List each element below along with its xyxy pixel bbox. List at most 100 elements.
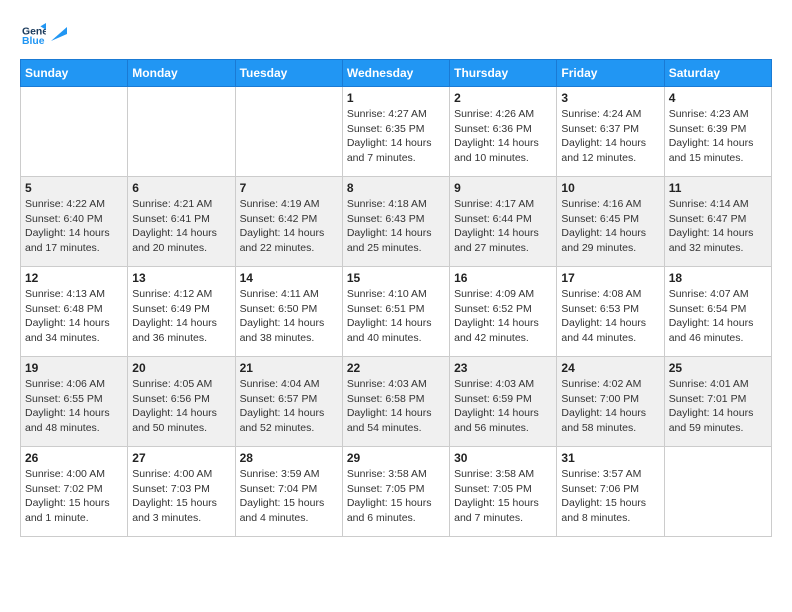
calendar-cell: 26 Sunrise: 4:00 AM Sunset: 7:02 PM Dayli… — [21, 447, 128, 537]
day-number: 16 — [454, 271, 552, 285]
day-number: 19 — [25, 361, 123, 375]
day-number: 29 — [347, 451, 445, 465]
day-info: Sunrise: 4:00 AM Sunset: 7:03 PM Dayligh… — [132, 467, 230, 526]
calendar-cell: 16Sunrise: 4:09 AM Sunset: 6:52 PM Dayli… — [450, 267, 557, 357]
day-info: Sunrise: 4:13 AM Sunset: 6:48 PM Dayligh… — [25, 287, 123, 346]
day-info: Sunrise: 4:14 AM Sunset: 6:47 PM Dayligh… — [669, 197, 767, 256]
calendar-cell: 1 Sunrise: 4:27 AM Sunset: 6:35 PM Daylig… — [342, 87, 449, 177]
calendar-cell: 8Sunrise: 4:18 AM Sunset: 6:43 PM Daylig… — [342, 177, 449, 267]
day-info: Sunrise: 4:22 AM Sunset: 6:40 PM Dayligh… — [25, 197, 123, 256]
calendar-cell: 12 Sunrise: 4:13 AM Sunset: 6:48 PM Dayli… — [21, 267, 128, 357]
day-number: 26 — [25, 451, 123, 465]
day-number: 6 — [132, 181, 230, 195]
day-info: Sunrise: 4:01 AM Sunset: 7:01 PM Dayligh… — [669, 377, 767, 436]
day-number: 8 — [347, 181, 445, 195]
logo: General Blue — [20, 20, 67, 49]
calendar-cell: 31 Sunrise: 3:57 AM Sunset: 7:06 PM Dayli… — [557, 447, 664, 537]
weekday-header: Saturday — [664, 60, 771, 87]
calendar-cell — [128, 87, 235, 177]
day-number: 23 — [454, 361, 552, 375]
day-info: Sunrise: 4:08 AM Sunset: 6:53 PM Dayligh… — [561, 287, 659, 346]
day-info: Sunrise: 3:57 AM Sunset: 7:06 PM Dayligh… — [561, 467, 659, 526]
calendar-cell: 24 Sunrise: 4:02 AM Sunset: 7:00 PM Dayli… — [557, 357, 664, 447]
day-info: Sunrise: 4:24 AM Sunset: 6:37 PM Dayligh… — [561, 107, 659, 166]
day-number: 2 — [454, 91, 552, 105]
day-number: 12 — [25, 271, 123, 285]
calendar-cell: 27 Sunrise: 4:00 AM Sunset: 7:03 PM Dayli… — [128, 447, 235, 537]
day-number: 17 — [561, 271, 659, 285]
calendar-cell: 6Sunrise: 4:21 AM Sunset: 6:41 PM Daylig… — [128, 177, 235, 267]
day-number: 22 — [347, 361, 445, 375]
calendar-cell: 2 Sunrise: 4:26 AM Sunset: 6:36 PM Daylig… — [450, 87, 557, 177]
day-info: Sunrise: 3:58 AM Sunset: 7:05 PM Dayligh… — [454, 467, 552, 526]
day-info: Sunrise: 4:11 AM Sunset: 6:50 PM Dayligh… — [240, 287, 338, 346]
weekday-header: Tuesday — [235, 60, 342, 87]
calendar-cell: 9Sunrise: 4:17 AM Sunset: 6:44 PM Daylig… — [450, 177, 557, 267]
day-number: 25 — [669, 361, 767, 375]
calendar-cell: 29 Sunrise: 3:58 AM Sunset: 7:05 PM Dayli… — [342, 447, 449, 537]
day-info: Sunrise: 4:10 AM Sunset: 6:51 PM Dayligh… — [347, 287, 445, 346]
svg-text:Blue: Blue — [22, 36, 45, 44]
calendar-cell: 30 Sunrise: 3:58 AM Sunset: 7:05 PM Dayli… — [450, 447, 557, 537]
day-number: 28 — [240, 451, 338, 465]
weekday-header: Friday — [557, 60, 664, 87]
day-number: 10 — [561, 181, 659, 195]
day-info: Sunrise: 4:16 AM Sunset: 6:45 PM Dayligh… — [561, 197, 659, 256]
calendar-cell: 11 Sunrise: 4:14 AM Sunset: 6:47 PM Dayli… — [664, 177, 771, 267]
day-info: Sunrise: 4:23 AM Sunset: 6:39 PM Dayligh… — [669, 107, 767, 166]
day-number: 18 — [669, 271, 767, 285]
day-number: 7 — [240, 181, 338, 195]
calendar-cell: 18 Sunrise: 4:07 AM Sunset: 6:54 PM Dayli… — [664, 267, 771, 357]
day-info: Sunrise: 4:19 AM Sunset: 6:42 PM Dayligh… — [240, 197, 338, 256]
calendar-cell: 14Sunrise: 4:11 AM Sunset: 6:50 PM Dayli… — [235, 267, 342, 357]
day-info: Sunrise: 3:58 AM Sunset: 7:05 PM Dayligh… — [347, 467, 445, 526]
weekday-header: Thursday — [450, 60, 557, 87]
calendar-cell — [664, 447, 771, 537]
day-number: 1 — [347, 91, 445, 105]
day-number: 31 — [561, 451, 659, 465]
calendar-cell: 3 Sunrise: 4:24 AM Sunset: 6:37 PM Daylig… — [557, 87, 664, 177]
day-info: Sunrise: 4:26 AM Sunset: 6:36 PM Dayligh… — [454, 107, 552, 166]
day-info: Sunrise: 4:04 AM Sunset: 6:57 PM Dayligh… — [240, 377, 338, 436]
day-number: 11 — [669, 181, 767, 195]
day-info: Sunrise: 4:03 AM Sunset: 6:58 PM Dayligh… — [347, 377, 445, 436]
page-header: General Blue — [20, 20, 772, 49]
day-number: 27 — [132, 451, 230, 465]
weekday-header: Sunday — [21, 60, 128, 87]
calendar-week-row: 19 Sunrise: 4:06 AM Sunset: 6:55 PM Dayli… — [21, 357, 772, 447]
calendar-cell: 10 Sunrise: 4:16 AM Sunset: 6:45 PM Dayli… — [557, 177, 664, 267]
day-number: 24 — [561, 361, 659, 375]
calendar-cell: 21 Sunrise: 4:04 AM Sunset: 6:57 PM Dayli… — [235, 357, 342, 447]
day-number: 20 — [132, 361, 230, 375]
day-info: Sunrise: 4:27 AM Sunset: 6:35 PM Dayligh… — [347, 107, 445, 166]
calendar-cell: 15 Sunrise: 4:10 AM Sunset: 6:51 PM Dayli… — [342, 267, 449, 357]
weekday-header: Wednesday — [342, 60, 449, 87]
calendar-week-row: 26 Sunrise: 4:00 AM Sunset: 7:02 PM Dayli… — [21, 447, 772, 537]
day-info: Sunrise: 3:59 AM Sunset: 7:04 PM Dayligh… — [240, 467, 338, 526]
day-number: 3 — [561, 91, 659, 105]
day-number: 4 — [669, 91, 767, 105]
calendar-cell: 19 Sunrise: 4:06 AM Sunset: 6:55 PM Dayli… — [21, 357, 128, 447]
day-info: Sunrise: 4:06 AM Sunset: 6:55 PM Dayligh… — [25, 377, 123, 436]
day-number: 21 — [240, 361, 338, 375]
day-number: 15 — [347, 271, 445, 285]
day-info: Sunrise: 4:07 AM Sunset: 6:54 PM Dayligh… — [669, 287, 767, 346]
calendar-week-row: 1 Sunrise: 4:27 AM Sunset: 6:35 PM Daylig… — [21, 87, 772, 177]
calendar-cell: 22 Sunrise: 4:03 AM Sunset: 6:58 PM Dayli… — [342, 357, 449, 447]
calendar-header-row: SundayMondayTuesdayWednesdayThursdayFrid… — [21, 60, 772, 87]
day-number: 30 — [454, 451, 552, 465]
calendar-cell: 4 Sunrise: 4:23 AM Sunset: 6:39 PM Daylig… — [664, 87, 771, 177]
day-info: Sunrise: 4:17 AM Sunset: 6:44 PM Dayligh… — [454, 197, 552, 256]
calendar-cell: 28 Sunrise: 3:59 AM Sunset: 7:04 PM Dayli… — [235, 447, 342, 537]
calendar-cell: 7 Sunrise: 4:19 AM Sunset: 6:42 PM Daylig… — [235, 177, 342, 267]
calendar: SundayMondayTuesdayWednesdayThursdayFrid… — [20, 59, 772, 537]
day-number: 5 — [25, 181, 123, 195]
day-info: Sunrise: 4:05 AM Sunset: 6:56 PM Dayligh… — [132, 377, 230, 436]
day-number: 13 — [132, 271, 230, 285]
calendar-cell: 23 Sunrise: 4:03 AM Sunset: 6:59 PM Dayli… — [450, 357, 557, 447]
day-info: Sunrise: 4:00 AM Sunset: 7:02 PM Dayligh… — [25, 467, 123, 526]
day-info: Sunrise: 4:03 AM Sunset: 6:59 PM Dayligh… — [454, 377, 552, 436]
calendar-cell — [21, 87, 128, 177]
day-info: Sunrise: 4:02 AM Sunset: 7:00 PM Dayligh… — [561, 377, 659, 436]
calendar-cell: 5 Sunrise: 4:22 AM Sunset: 6:40 PM Daylig… — [21, 177, 128, 267]
